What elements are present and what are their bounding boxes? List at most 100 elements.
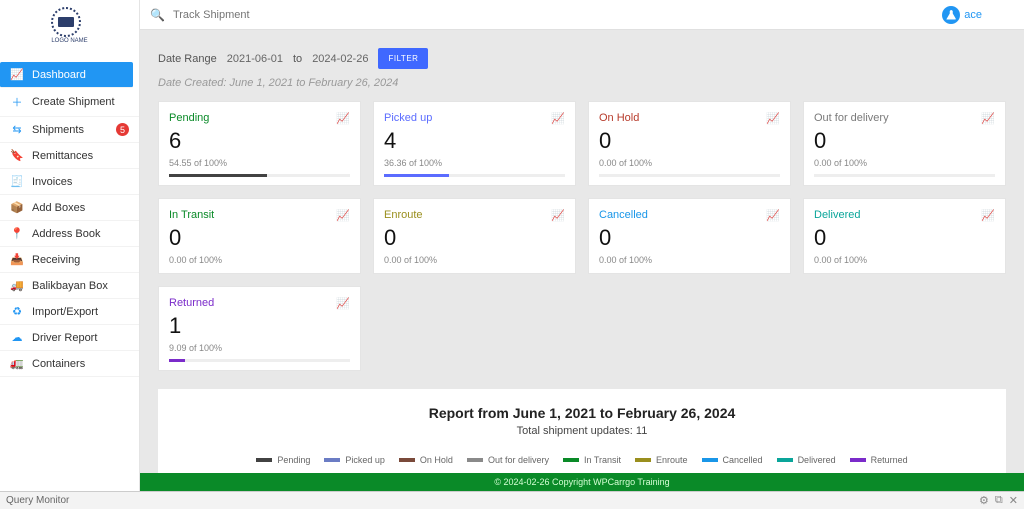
legend-label: On Hold xyxy=(420,455,453,465)
legend-label: Delivered xyxy=(798,455,836,465)
sidebar-item-driver-report[interactable]: ☁ Driver Report xyxy=(0,325,139,351)
card-title: Picked up xyxy=(384,112,565,124)
legend-swatch xyxy=(777,458,793,462)
trend-icon: 📈 xyxy=(981,112,995,125)
card-sub: 36.36 of 100% xyxy=(384,158,565,168)
card-title: Out for delivery xyxy=(814,112,995,124)
trend-icon: 📈 xyxy=(551,112,565,125)
sidebar-item-shipments[interactable]: ⇆Shipments5 xyxy=(0,117,139,143)
card-sub: 0.00 of 100% xyxy=(599,158,780,168)
card-value: 0 xyxy=(169,227,350,249)
recycle-icon: ♻ xyxy=(10,305,24,318)
legend-item[interactable]: Pending xyxy=(256,455,310,465)
legend-item[interactable]: Picked up xyxy=(324,455,385,465)
logo-text: LOGO NAME xyxy=(51,38,87,44)
filter-bar: Date Range 2021-06-01 to 2024-02-26 FILT… xyxy=(158,48,1006,69)
legend-label: Pending xyxy=(277,455,310,465)
card-delivered[interactable]: Delivered 📈 0 0.00 of 100% xyxy=(803,198,1006,274)
sidebar-item-label: Import/Export xyxy=(32,306,98,318)
card-enroute[interactable]: Enroute 📈 0 0.00 of 100% xyxy=(373,198,576,274)
to-label: to xyxy=(293,53,302,65)
report-title: Report from June 1, 2021 to February 26,… xyxy=(168,405,996,421)
sidebar-item-receiving[interactable]: 📥Receiving xyxy=(0,247,139,273)
legend-label: Returned xyxy=(871,455,908,465)
trend-icon: 📈 xyxy=(551,209,565,222)
sidebar-item-import-export[interactable]: ♻ Import/Export xyxy=(0,299,139,325)
card-on-hold[interactable]: On Hold 📈 0 0.00 of 100% xyxy=(588,101,791,186)
status-cards-row3: Returned 📈 1 9.09 of 100% xyxy=(158,286,1006,371)
sidebar-item-containers[interactable]: 🚛Containers xyxy=(0,351,139,377)
sidebar-item-label: Shipments xyxy=(32,124,84,136)
card-sub: 0.00 of 100% xyxy=(599,255,780,265)
date-to[interactable]: 2024-02-26 xyxy=(312,53,368,65)
logo-icon xyxy=(51,7,81,37)
legend-item[interactable]: Enroute xyxy=(635,455,688,465)
close-icon[interactable]: ✕ xyxy=(1009,494,1018,507)
filter-button[interactable]: FILTER xyxy=(378,48,428,69)
plus-icon: ＋ xyxy=(10,94,24,110)
query-monitor-bar[interactable]: Query Monitor ⚙ ⧉ ✕ xyxy=(0,491,1024,509)
legend-label: Out for delivery xyxy=(488,455,549,465)
card-returned[interactable]: Returned 📈 1 9.09 of 100% xyxy=(158,286,361,371)
sidebar-item-balikbayan[interactable]: 🚚Balikbayan Box xyxy=(0,273,139,299)
sidebar-item-remittances[interactable]: 🔖Remittances xyxy=(0,143,139,169)
box-icon: 📦 xyxy=(10,201,24,214)
query-monitor-label: Query Monitor xyxy=(6,495,69,506)
card-title: Cancelled xyxy=(599,209,780,221)
cloud-icon: ☁ xyxy=(10,331,24,344)
sidebar-item-label: Create Shipment xyxy=(32,96,115,108)
sidebar-item-dashboard[interactable]: 📈Dashboard xyxy=(0,62,133,88)
user-name: ace xyxy=(964,9,982,21)
topbar: 🔍 ace xyxy=(0,0,1024,30)
card-value: 0 xyxy=(814,130,995,152)
card-bar xyxy=(599,174,780,177)
nav-menu: 📈Dashboard ＋Create Shipment ⇆Shipments5 … xyxy=(0,62,139,377)
sidebar: LOGO NAME 📈Dashboard ＋ Create Shipment ⇆S… xyxy=(0,0,140,509)
card-sub: 0.00 of 100% xyxy=(169,255,350,265)
card-cancelled[interactable]: Cancelled 📈 0 0.00 of 100% xyxy=(588,198,791,274)
status-cards-row2: In Transit 📈 0 0.00 of 100% Enroute 📈 0 … xyxy=(158,198,1006,274)
legend-swatch xyxy=(563,458,579,462)
sidebar-item-label: Balikbayan Box xyxy=(32,280,108,292)
legend-item[interactable]: In Transit xyxy=(563,455,621,465)
card-value: 0 xyxy=(599,227,780,249)
card-picked-up[interactable]: Picked up 📈 4 36.36 of 100% xyxy=(373,101,576,186)
legend-item[interactable]: Returned xyxy=(850,455,908,465)
legend-label: Enroute xyxy=(656,455,688,465)
date-from[interactable]: 2021-06-01 xyxy=(227,53,283,65)
legend-swatch xyxy=(702,458,718,462)
legend-item[interactable]: On Hold xyxy=(399,455,453,465)
sidebar-item-label: Remittances xyxy=(32,150,93,162)
sidebar-item-invoices[interactable]: 🧾Invoices xyxy=(0,169,139,195)
card-out-for-delivery[interactable]: Out for delivery 📈 0 0.00 of 100% xyxy=(803,101,1006,186)
card-sub: 54.55 of 100% xyxy=(169,158,350,168)
legend-item[interactable]: Out for delivery xyxy=(467,455,549,465)
container-icon: 🚛 xyxy=(10,357,24,370)
date-range-label: Date Range xyxy=(158,53,217,65)
legend-swatch xyxy=(324,458,340,462)
sidebar-item-create-shipment[interactable]: ＋ Create Shipment xyxy=(0,88,139,117)
legend-label: In Transit xyxy=(584,455,621,465)
card-in-transit[interactable]: In Transit 📈 0 0.00 of 100% xyxy=(158,198,361,274)
user-menu[interactable]: ace xyxy=(942,6,982,24)
sidebar-item-label: Driver Report xyxy=(32,332,97,344)
popout-icon[interactable]: ⧉ xyxy=(995,494,1003,507)
doc-icon: 🧾 xyxy=(10,175,24,188)
status-cards-row1: Pending 📈 6 54.55 of 100% Picked up 📈 4 … xyxy=(158,101,1006,186)
search-input[interactable] xyxy=(173,9,942,21)
search-icon[interactable]: 🔍 xyxy=(150,8,165,22)
inbox-icon: 📥 xyxy=(10,253,24,266)
sidebar-item-address-book[interactable]: 📍Address Book xyxy=(0,221,139,247)
card-pending[interactable]: Pending 📈 6 54.55 of 100% xyxy=(158,101,361,186)
legend-label: Picked up xyxy=(345,455,385,465)
gear-icon[interactable]: ⚙ xyxy=(979,494,989,507)
card-bar xyxy=(169,174,350,177)
legend-swatch xyxy=(635,458,651,462)
legend-item[interactable]: Delivered xyxy=(777,455,836,465)
sidebar-item-label: Address Book xyxy=(32,228,100,240)
card-value: 0 xyxy=(384,227,565,249)
legend-item[interactable]: Cancelled xyxy=(702,455,763,465)
footer-bar: © 2024-02-26 Copyright WPCarrgo Training xyxy=(140,473,1024,491)
legend-swatch xyxy=(399,458,415,462)
sidebar-item-add-boxes[interactable]: 📦Add Boxes xyxy=(0,195,139,221)
